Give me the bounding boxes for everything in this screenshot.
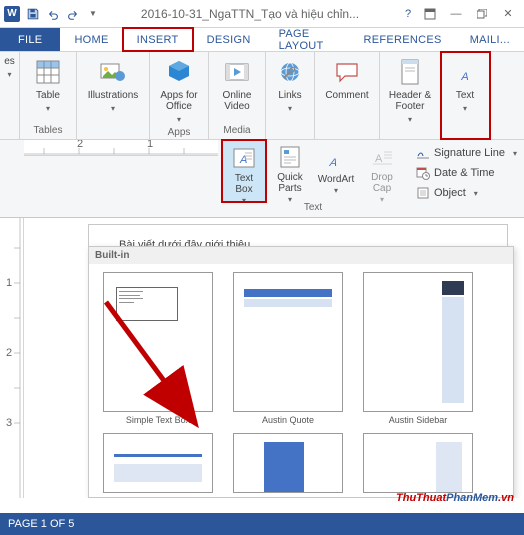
gallery-item-6[interactable]	[353, 429, 483, 497]
svg-text:1: 1	[147, 140, 153, 150]
textbox-button[interactable]: A Text Box▾	[222, 140, 266, 202]
gallery-item-austin-sidebar[interactable]: Austin Sidebar	[353, 268, 483, 429]
links-button[interactable]: Links▾	[270, 54, 310, 115]
svg-text:A: A	[328, 157, 338, 169]
group-comments: Comment .	[315, 52, 380, 139]
thumb-austin-sidebar	[363, 272, 473, 412]
thumb-6	[363, 433, 473, 493]
group-illustrations: Illustrations▾	[77, 52, 150, 139]
text-button[interactable]: A Text▾	[445, 54, 485, 115]
textbox-icon: A	[230, 145, 258, 171]
object-icon	[416, 186, 430, 200]
links-icon	[274, 56, 306, 88]
vertical-ruler: 1 2 3	[0, 218, 24, 498]
horizontal-ruler: 21	[24, 140, 218, 156]
page-indicator[interactable]: PAGE 1 OF 5	[8, 518, 74, 530]
ribbon-display-icon[interactable]	[418, 4, 442, 24]
group-apps: Apps for Office▾ Apps	[150, 52, 209, 139]
tab-page-layout[interactable]: PAGE LAYOUT	[265, 28, 350, 51]
table-button[interactable]: Table▾	[24, 54, 72, 115]
gallery-item-simple-text-box[interactable]: ▬▬▬▬▬▬▬▬▬▬▬▬▬▬▬▬▬▬▬▬▬▬▬▬▬▬▬▬ Simple Text…	[93, 268, 223, 429]
restore-icon[interactable]	[470, 4, 494, 24]
close-icon[interactable]: ✕	[496, 4, 520, 24]
gallery-item-4[interactable]	[93, 429, 223, 497]
text-subribbon: 21 A Text Box▾ Quick Parts▾ A WordArt▾ A…	[0, 140, 524, 218]
ribbon: es▾ Table▾ Tables Illustrations▾ Apps fo…	[0, 52, 524, 140]
illustrations-button[interactable]: Illustrations▾	[81, 54, 145, 115]
save-icon[interactable]	[24, 5, 42, 23]
status-bar: PAGE 1 OF 5	[0, 513, 524, 535]
quickparts-icon	[276, 144, 304, 170]
signature-icon	[416, 146, 430, 160]
app-icon: W	[4, 6, 20, 22]
thumb-austin-quote	[233, 272, 343, 412]
svg-text:A: A	[375, 153, 383, 165]
apps-button[interactable]: Apps for Office▾	[154, 54, 204, 126]
table-icon	[32, 56, 64, 88]
tab-insert[interactable]: INSERT	[123, 28, 193, 51]
svg-text:3: 3	[6, 417, 12, 429]
tab-home[interactable]: HOME	[60, 28, 122, 51]
date-time-icon	[416, 166, 430, 180]
gallery-header: Built-in	[89, 247, 513, 264]
dropcap-icon: A	[368, 144, 396, 170]
header-icon	[394, 56, 426, 88]
svg-text:A: A	[460, 71, 468, 83]
thumb-5	[233, 433, 343, 493]
thumb-simple: ▬▬▬▬▬▬▬▬▬▬▬▬▬▬▬▬▬▬▬▬▬▬▬▬▬▬▬▬	[103, 272, 213, 412]
ribbon-tabs: FILE HOME INSERT DESIGN PAGE LAYOUT REFE…	[0, 28, 524, 52]
tab-references[interactable]: REFERENCES	[350, 28, 456, 51]
object-button[interactable]: Object▾	[416, 184, 517, 202]
illustrations-icon	[97, 56, 129, 88]
tab-file[interactable]: FILE	[0, 28, 60, 51]
gallery-item-austin-quote[interactable]: Austin Quote	[223, 268, 353, 429]
dropcap-button[interactable]: A Drop Cap▾	[360, 140, 404, 202]
comment-icon	[331, 56, 363, 88]
date-time-button[interactable]: Date & Time	[416, 164, 517, 182]
redo-icon[interactable]	[64, 5, 82, 23]
quick-access-toolbar: ▼	[24, 5, 102, 23]
undo-icon[interactable]	[44, 5, 62, 23]
text-icon: A	[449, 56, 481, 88]
svg-text:2: 2	[77, 140, 83, 150]
group-tables: Table▾ Tables	[20, 52, 77, 139]
thumb-4	[103, 433, 213, 493]
quickparts-button[interactable]: Quick Parts▾	[268, 140, 312, 202]
svg-text:2: 2	[6, 347, 12, 359]
group-media: Online Video Media	[209, 52, 266, 139]
tab-design[interactable]: DESIGN	[193, 28, 265, 51]
group-text: A Text▾	[441, 52, 490, 139]
group-links: Links▾	[266, 52, 315, 139]
tab-mailings[interactable]: MAILI...	[456, 28, 524, 51]
window-title: 2016-10-31_NgaTTN_Tạo và hiệu chỉn...	[102, 7, 398, 21]
document-area: 123 Bài viết dưới đây giới thiệu Built-i…	[0, 218, 524, 498]
help-icon[interactable]: ?	[398, 8, 418, 20]
minimize-icon[interactable]: —	[444, 4, 468, 24]
video-icon	[221, 56, 253, 88]
header-footer-button[interactable]: Header & Footer▾	[384, 54, 436, 126]
svg-text:1: 1	[6, 277, 12, 289]
textbox-gallery: Built-in ▬▬▬▬▬▬▬▬▬▬▬▬▬▬▬▬▬▬▬▬▬▬▬▬▬▬▬▬ Si…	[88, 246, 514, 498]
gallery-item-5[interactable]	[223, 429, 353, 497]
wordart-button[interactable]: A WordArt▾	[314, 140, 358, 202]
group-header-footer: Header & Footer▾	[380, 52, 441, 139]
wordart-icon: A	[322, 144, 350, 172]
qat-dropdown-icon[interactable]: ▼	[84, 5, 102, 23]
pages-button[interactable]: es▾	[2, 54, 18, 81]
online-video-button[interactable]: Online Video	[213, 54, 261, 114]
apps-icon	[163, 56, 195, 88]
group-pages: es▾	[0, 52, 20, 139]
signature-line-button[interactable]: Signature Line▾	[416, 144, 517, 162]
titlebar: W ▼ 2016-10-31_NgaTTN_Tạo và hiệu chỉn..…	[0, 0, 524, 28]
comment-button[interactable]: Comment	[319, 54, 375, 103]
